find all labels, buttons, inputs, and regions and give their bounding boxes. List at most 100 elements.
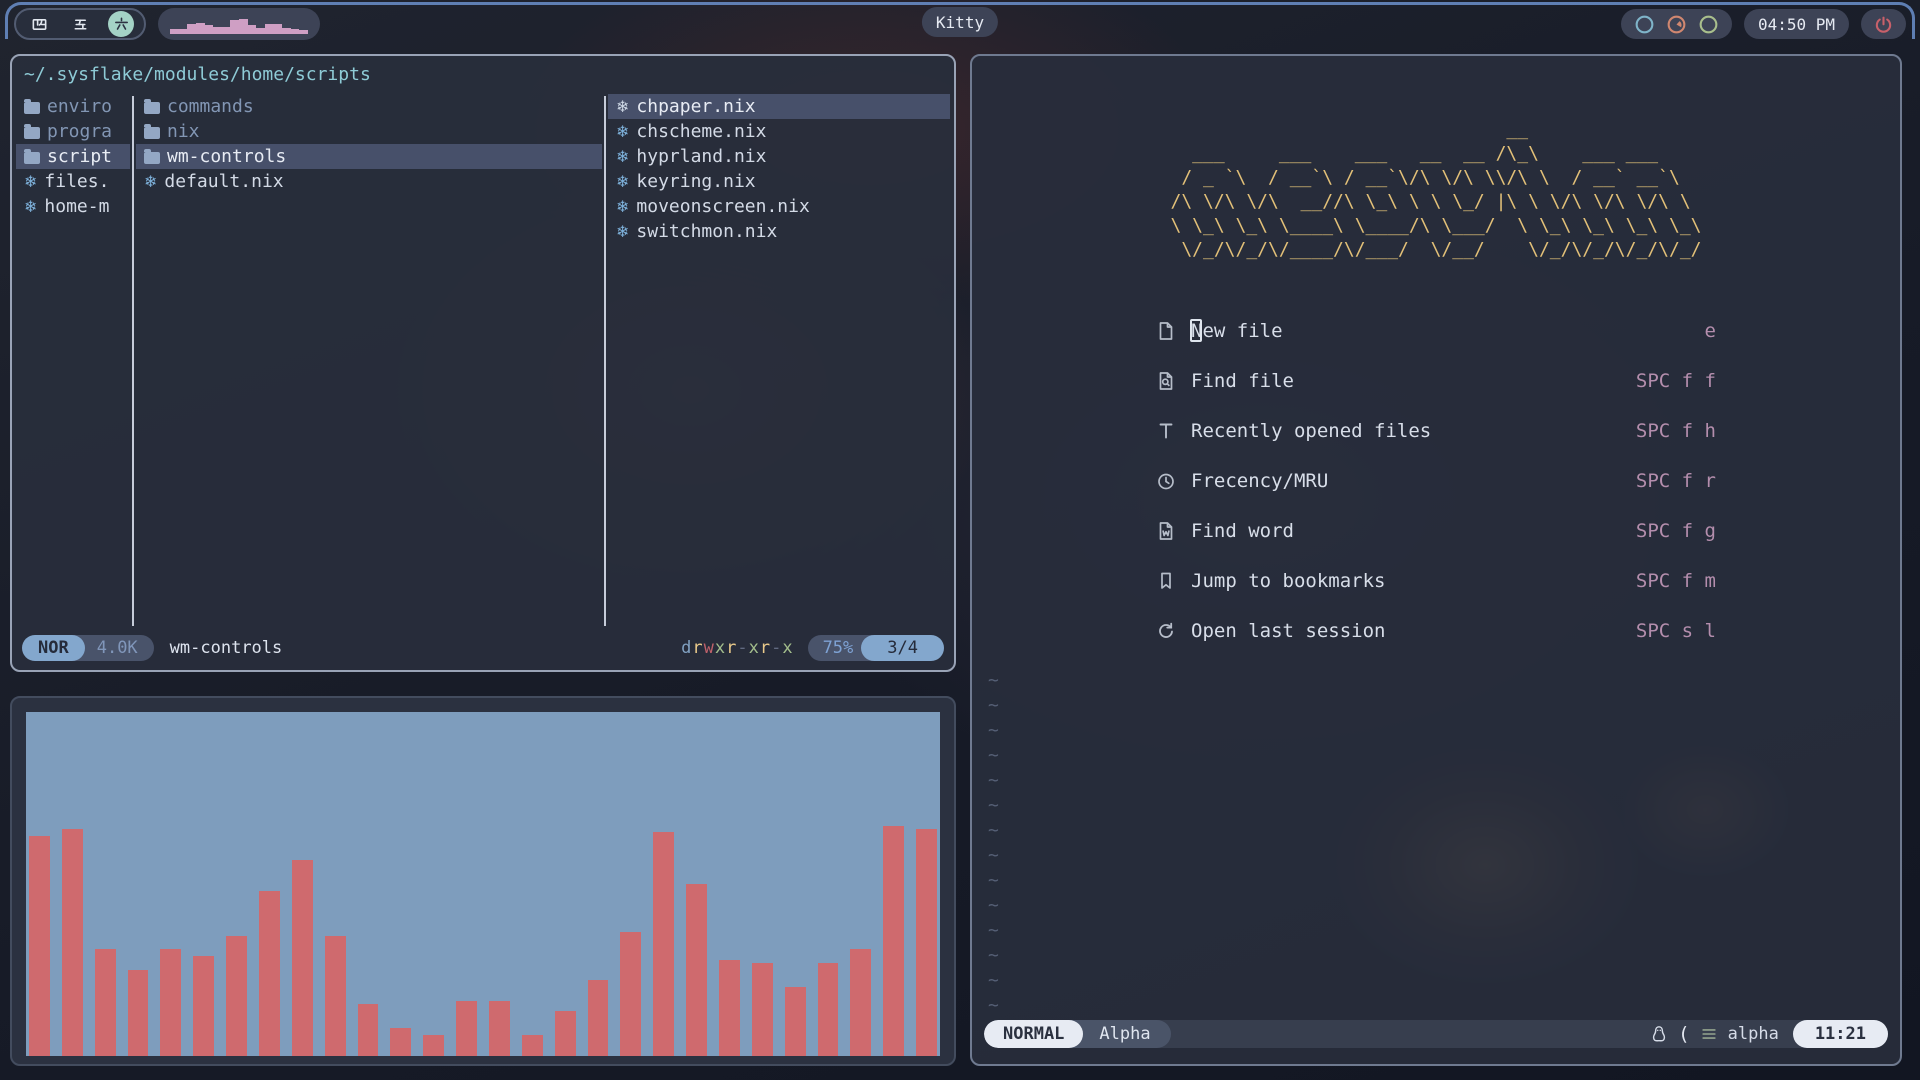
visualizer-bar [222,27,231,34]
visualizer-bar [230,20,239,34]
file-row[interactable]: home-m [16,194,130,219]
power-button[interactable] [1861,9,1906,39]
audio-visualizer-widget [158,8,320,40]
menu-item-icon [1156,521,1176,541]
file-row[interactable]: moveonscreen.nix [608,194,950,219]
file-type-icon [24,152,40,164]
menu-item-label: Jump to bookmarks [1191,570,1385,592]
neovim-window[interactable]: __ ___ ___ ___ __ __ /\_\ ___ ___ / _ `\… [970,54,1902,1066]
menu-item-icon [1156,321,1176,341]
file-row[interactable]: default.nix [136,169,602,194]
chart-bar [588,980,609,1056]
chart-bar [95,949,116,1056]
chart-bar [818,963,839,1056]
visualizer-bar [265,24,274,34]
file-row[interactable]: enviro [16,94,130,119]
menu-item-shortcut: e [1705,320,1716,342]
tilde-line: ~ [988,893,999,918]
menu-item-shortcut: SPC f r [1636,470,1716,492]
workspace-cjk-icon [31,16,48,33]
workspace-button[interactable] [108,11,134,37]
menu-item-label: Recently opened files [1191,420,1431,442]
power-icon [1874,15,1893,34]
permission-char: - [737,638,748,658]
clock-text: 04:50 PM [1758,15,1835,34]
dashboard-menu-item[interactable]: Open last session SPC s l [1156,606,1716,656]
topbar-left-group [14,8,320,40]
tilde-line: ~ [988,993,999,1018]
permission-char: r [726,638,737,658]
permission-char: x [715,638,726,658]
file-row[interactable]: switchmon.nix [608,219,950,244]
visualizer-bar [205,25,214,34]
dashboard-menu-item[interactable]: New file e [1156,306,1716,356]
preview-column: chpaper.nix chscheme.nix hyprland.nix ke… [608,94,950,626]
dashboard-menu-item[interactable]: Find file SPC f f [1156,356,1716,406]
file-row[interactable]: commands [136,94,602,119]
column-divider [604,96,606,626]
file-type-icon [616,99,629,115]
statusline-clock: 11:21 [1793,1020,1888,1048]
indicator-ring-icon[interactable] [1665,13,1688,36]
chart-bar [456,1001,477,1056]
dashboard-menu-item[interactable]: Recently opened files SPC f h [1156,406,1716,456]
cursor-position-badge: 3/4 [861,635,944,661]
menu-lines-icon [1700,1025,1718,1043]
chart-bar [752,963,773,1056]
menu-item-shortcut: SPC f g [1636,520,1716,542]
file-manager-columns: enviro progra script files. home-m [16,94,950,626]
file-row[interactable]: files. [16,169,130,194]
visualizer-bar [282,28,291,34]
menu-item-label: Find file [1191,370,1294,392]
visualizer-bar [196,23,205,34]
workspace-button[interactable] [67,11,93,37]
indicator-ring-icon[interactable] [1633,13,1656,36]
menu-item-shortcut: SPC f m [1636,570,1716,592]
permission-char: - [771,638,782,658]
tilde-line: ~ [988,768,999,793]
dashboard-menu-item[interactable]: Find word SPC f g [1156,506,1716,556]
file-row[interactable]: hyprland.nix [608,144,950,169]
file-row[interactable]: wm-controls [136,144,602,169]
file-row[interactable]: chpaper.nix [608,94,950,119]
current-path: ~/.sysflake/modules/home/scripts [24,64,371,85]
dashboard-menu-item[interactable]: Jump to bookmarks SPC f m [1156,556,1716,606]
visualizer-bar [213,27,222,34]
file-row[interactable]: keyring.nix [608,169,950,194]
visualizer-bar [179,29,188,34]
file-row[interactable]: nix [136,119,602,144]
file-type-icon [144,102,160,114]
file-name: moveonscreen.nix [636,196,809,217]
active-window-title: Kitty [922,7,998,37]
chart-bar [29,836,50,1056]
file-name: nix [167,121,200,142]
file-row[interactable]: chscheme.nix [608,119,950,144]
topbar-right-group: 04:50 PM [1621,9,1906,39]
permission-char: r [760,638,771,658]
file-row[interactable]: script [16,144,130,169]
chart-bar [128,970,149,1056]
file-type-icon [24,102,40,114]
visualizer-bar [299,30,308,34]
file-manager-window[interactable]: ~/.sysflake/modules/home/scripts enviro … [10,54,956,672]
file-type-icon [144,127,160,139]
visualizer-bar [256,28,265,34]
file-name: switchmon.nix [636,221,777,242]
dashboard-menu-item[interactable]: Frecency/MRU SPC f r [1156,456,1716,506]
chart-bar [785,987,806,1056]
workspace-button[interactable] [26,11,52,37]
chart-bar [390,1028,411,1056]
indicator-ring-icon[interactable] [1697,13,1720,36]
file-row[interactable]: progra [16,119,130,144]
file-name: progra [47,121,112,142]
top-status-bar: Kitty 04:50 PM [0,0,1920,44]
mode-badge: NOR [22,635,85,661]
menu-item-label: Find word [1191,520,1294,542]
visualizer-window[interactable] [10,696,956,1066]
visualizer-bar [291,29,300,34]
file-type-icon [616,174,629,190]
menu-item-icon [1156,371,1176,391]
chart-bar [62,829,83,1056]
chart-bar [522,1035,543,1056]
menu-item-label: Open last session [1191,620,1385,642]
